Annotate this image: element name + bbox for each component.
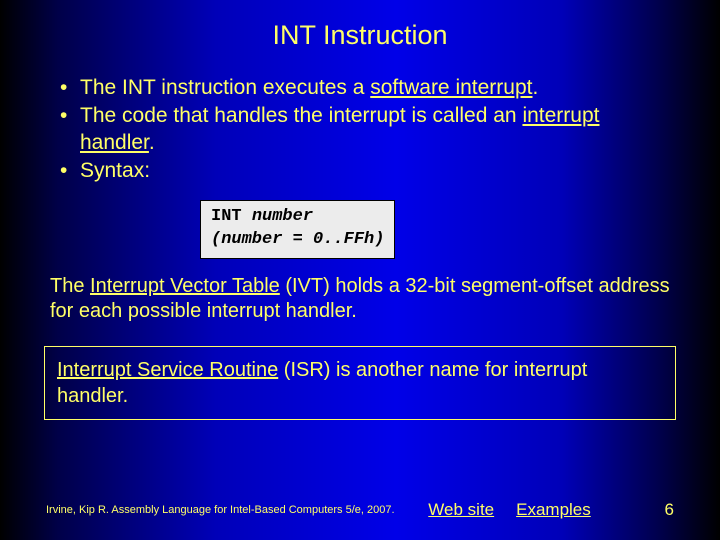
code-line: (number = 0..FFh) (211, 229, 384, 252)
bullet-item: The code that handles the interrupt is c… (50, 103, 670, 156)
text: The code that handles the interrupt is c… (80, 104, 522, 127)
text: . (149, 131, 155, 154)
slide-title: INT Instruction (0, 0, 720, 51)
text: The (50, 275, 90, 297)
paragraph: The Interrupt Vector Table (IVT) holds a… (50, 274, 670, 324)
footer-links: Web site Examples (428, 500, 590, 520)
credit-text: Irvine, Kip R. Assembly Language for Int… (46, 504, 395, 516)
isr-callout-box: Interrupt Service Routine (ISR) is anoth… (44, 346, 676, 420)
underlined-term: Interrupt Vector Table (90, 275, 280, 297)
syntax-box: INT number (number = 0..FFh) (200, 200, 395, 259)
web-site-link[interactable]: Web site (428, 500, 494, 520)
bullet-item: Syntax: (50, 158, 670, 184)
footer: Irvine, Kip R. Assembly Language for Int… (46, 500, 674, 520)
underlined-term: software interrupt (370, 76, 532, 99)
code-keyword: INT (211, 207, 252, 226)
code-line: INT number (211, 206, 384, 229)
bullet-list: The INT instruction executes a software … (50, 75, 670, 184)
examples-link[interactable]: Examples (516, 500, 591, 520)
text: The INT instruction executes a (80, 76, 370, 99)
code-param: number (252, 207, 313, 226)
bullet-item: The INT instruction executes a software … (50, 75, 670, 101)
text: . (533, 76, 539, 99)
underlined-term: Interrupt Service Routine (57, 359, 278, 381)
text: Syntax: (80, 159, 150, 182)
page-number: 6 (665, 500, 674, 520)
